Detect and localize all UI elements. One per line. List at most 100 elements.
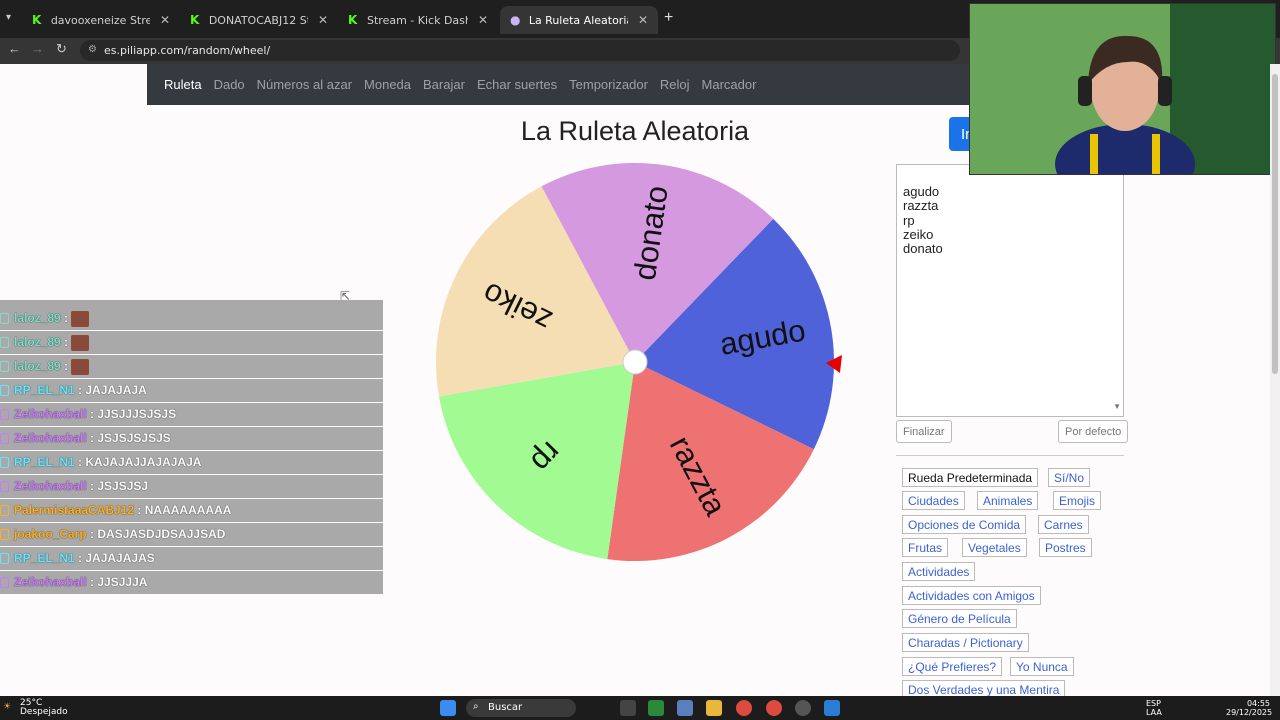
nav-ruleta[interactable]: Ruleta bbox=[164, 77, 202, 92]
badge-icon bbox=[0, 432, 9, 444]
obs-icon[interactable] bbox=[795, 700, 811, 716]
preset-emojis[interactable]: Emojis bbox=[1053, 491, 1102, 510]
close-icon[interactable]: ✕ bbox=[160, 13, 170, 27]
finalize-button[interactable]: Finalizar bbox=[896, 420, 952, 443]
taskbar-clock[interactable]: 04:55 29/12/2025 bbox=[1226, 699, 1273, 717]
chat-message: Zeikohaxball : JSJSJSJSJS bbox=[0, 426, 383, 451]
badge-icon bbox=[0, 408, 9, 420]
preset-rueda-predeterminada[interactable]: Rueda Predeterminada bbox=[902, 468, 1039, 487]
chat-separator: : bbox=[60, 335, 72, 350]
preset-opciones-de-comida[interactable]: Opciones de Comida bbox=[902, 515, 1027, 534]
browser-tab-2[interactable]: K DONATOCABJ12 Stream - Watc ✕ bbox=[180, 6, 338, 34]
name-entry: donato bbox=[903, 241, 943, 257]
spin-wheel[interactable]: agudorazztarpzeikodonato bbox=[434, 161, 844, 571]
streamer-avatar bbox=[1055, 35, 1195, 174]
browser-tab-3[interactable]: K Stream - Kick Dashboard ✕ bbox=[338, 6, 498, 34]
chat-text: KAJAJAJJAJAJAJA bbox=[85, 454, 202, 469]
nav-temporizador[interactable]: Temporizador bbox=[569, 77, 648, 92]
site-navbar: Ruleta Dado Números al azar Moneda Baraj… bbox=[147, 64, 977, 105]
close-icon[interactable]: ✕ bbox=[638, 13, 648, 27]
chat-message: Zeikohaxball : JJSJJJA bbox=[0, 570, 383, 595]
mouse-cursor-icon: ⇱ bbox=[340, 289, 351, 303]
taskbar-search[interactable]: ⌕ Buscar bbox=[466, 699, 576, 717]
chrome-icon-2[interactable] bbox=[766, 700, 782, 716]
reload-icon[interactable]: ↻ bbox=[56, 41, 67, 57]
chat-message: RP_EL_N1 : JAJAJAJA bbox=[0, 378, 383, 403]
address-bar[interactable]: ⚙ es.piliapp.com/random/wheel/ bbox=[80, 40, 960, 61]
preset-que-prefieres[interactable]: ¿Qué Prefieres? bbox=[902, 657, 1003, 676]
preset-actividades-con-amigos[interactable]: Actividades con Amigos bbox=[902, 586, 1041, 605]
app-icon[interactable] bbox=[648, 700, 664, 716]
forward-arrow-icon[interactable]: → bbox=[31, 41, 44, 56]
clock-date: 29/12/2025 bbox=[1226, 708, 1273, 717]
nav-moneda[interactable]: Moneda bbox=[364, 77, 411, 92]
chat-text: DASJASDJDSAJJSAD bbox=[97, 526, 226, 541]
preset-charadas[interactable]: Charadas / Pictionary bbox=[902, 633, 1029, 652]
lang-layout: LAA bbox=[1146, 708, 1162, 717]
piliapp-icon: ● bbox=[510, 13, 521, 27]
weather-icon: ☀ bbox=[3, 702, 12, 712]
chat-username: Zeikohaxball bbox=[14, 574, 87, 589]
preset-ciudades[interactable]: Ciudades bbox=[902, 491, 965, 510]
page-scrollbar[interactable] bbox=[1270, 64, 1280, 696]
preset-carnes[interactable]: Carnes bbox=[1038, 515, 1089, 534]
preset-postres[interactable]: Postres bbox=[1039, 538, 1092, 557]
chat-text: JAJAJAJA bbox=[85, 382, 147, 397]
divider bbox=[896, 455, 1124, 456]
close-icon[interactable]: ✕ bbox=[478, 13, 488, 27]
preset-genero-de-pelicula[interactable]: Género de Película bbox=[902, 609, 1017, 628]
chat-username: Zeikohaxball bbox=[14, 430, 87, 445]
file-explorer-icon[interactable] bbox=[706, 700, 722, 716]
close-icon[interactable]: ✕ bbox=[318, 13, 328, 27]
chat-username: laloz_89 bbox=[14, 335, 61, 350]
chat-username: Zeikohaxball bbox=[14, 406, 87, 421]
lang-code: ESP bbox=[1146, 699, 1161, 708]
chrome-icon[interactable] bbox=[736, 700, 752, 716]
chat-overlay: laloz_89 : laloz_89 : laloz_89 : RP_EL_N… bbox=[0, 307, 383, 595]
browser-tab-1[interactable]: K davooxeneize Stream - Watch L ✕ bbox=[22, 6, 180, 34]
nav-echar-suertes[interactable]: Echar suertes bbox=[477, 77, 557, 92]
preset-vegetales[interactable]: Vegetales bbox=[962, 538, 1027, 557]
nav-dado[interactable]: Dado bbox=[214, 77, 245, 92]
kick-icon: K bbox=[348, 13, 358, 27]
new-tab-icon[interactable]: + bbox=[664, 9, 673, 27]
tab-title: Stream - Kick Dashboard bbox=[367, 13, 468, 27]
badge-icon bbox=[0, 552, 9, 564]
chat-text: JSJSJSJSJS bbox=[97, 430, 171, 445]
tab-search-chevron-icon[interactable]: ▾ bbox=[6, 12, 11, 23]
language-indicator[interactable]: ESP LAA bbox=[1146, 699, 1162, 717]
chat-separator: : bbox=[74, 550, 86, 565]
back-arrow-icon[interactable]: ← bbox=[8, 41, 21, 56]
badge-icon bbox=[0, 480, 9, 492]
chat-separator: : bbox=[86, 574, 98, 589]
badge-icon bbox=[0, 384, 9, 396]
calculator-icon[interactable] bbox=[677, 700, 693, 716]
preset-frutas[interactable]: Frutas bbox=[902, 538, 949, 557]
nav-numeros[interactable]: Números al azar bbox=[257, 77, 352, 92]
nav-reloj[interactable]: Reloj bbox=[660, 77, 690, 92]
windows-start-icon[interactable] bbox=[440, 700, 456, 716]
nav-marcador[interactable]: Marcador bbox=[702, 77, 757, 92]
browser-tab-4[interactable]: ● La Ruleta Aleatoria ✕ bbox=[500, 6, 658, 34]
chat-message: laloz_89 : bbox=[0, 307, 383, 331]
preset-actividades[interactable]: Actividades bbox=[902, 562, 976, 581]
task-view-icon[interactable] bbox=[620, 700, 636, 716]
chat-separator: : bbox=[60, 359, 72, 374]
preset-si-no[interactable]: Sí/No bbox=[1048, 468, 1091, 487]
preset-animales[interactable]: Animales bbox=[977, 491, 1039, 510]
names-textarea[interactable]: agudo razzta rp zeiko donato ▼ bbox=[896, 164, 1124, 417]
default-button[interactable]: Por defecto bbox=[1058, 420, 1129, 443]
tab-title: La Ruleta Aleatoria bbox=[528, 13, 628, 27]
nav-barajar[interactable]: Barajar bbox=[423, 77, 465, 92]
notepad-icon[interactable] bbox=[824, 700, 840, 716]
resize-handle-icon[interactable]: ▼ bbox=[1113, 400, 1121, 414]
tab-title: DONATOCABJ12 Stream - Watc bbox=[208, 13, 308, 27]
badge-icon bbox=[0, 528, 9, 540]
emote-icon bbox=[71, 358, 90, 375]
wheel-center-button[interactable] bbox=[622, 349, 648, 375]
weather-widget[interactable]: 25°C Despejado bbox=[20, 699, 68, 717]
preset-yo-nunca[interactable]: Yo Nunca bbox=[1010, 657, 1074, 676]
emote-icon bbox=[71, 334, 90, 351]
chat-username: RP_EL_N1 bbox=[14, 382, 75, 397]
site-info-icon[interactable]: ⚙ bbox=[88, 44, 97, 55]
